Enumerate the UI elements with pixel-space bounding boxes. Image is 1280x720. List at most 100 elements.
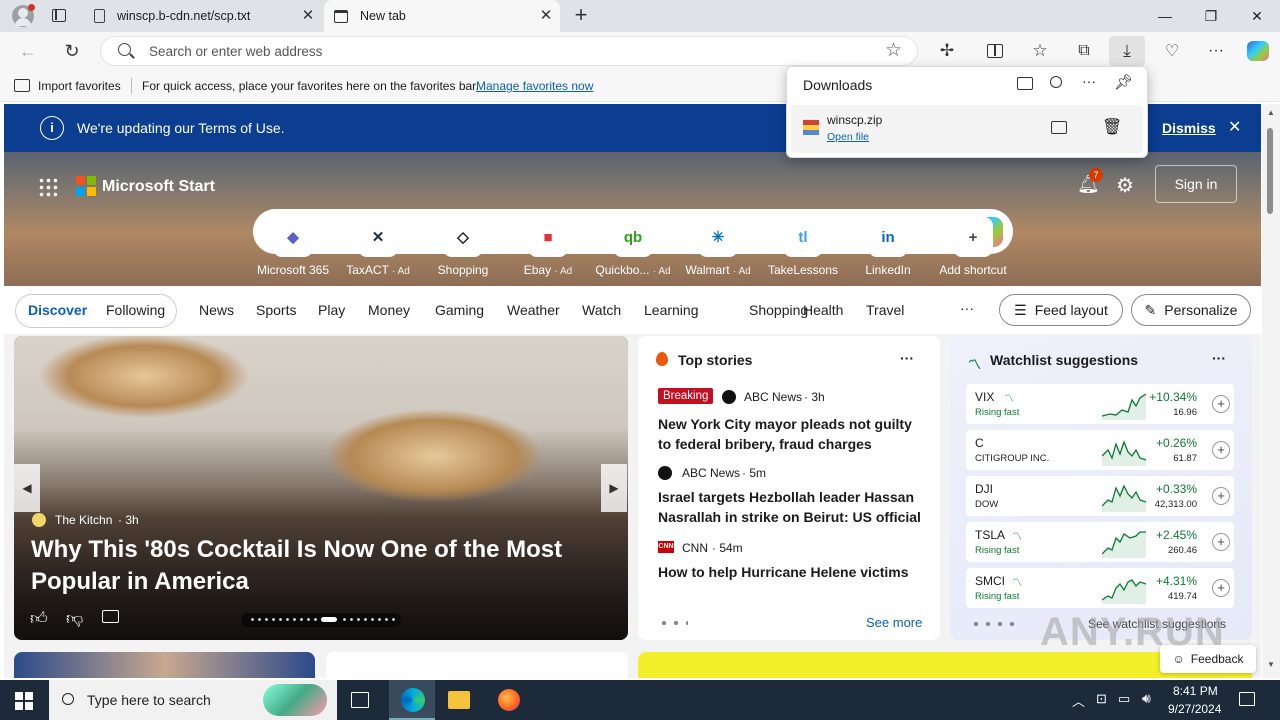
download-item[interactable]: winscp.zip Open file 🗑︎ [791,105,1143,153]
nav-health[interactable]: Health [803,302,843,318]
like-icon[interactable]: 👍︎ [30,608,48,629]
pager-dots[interactable] [658,621,688,625]
shortcut-tile[interactable]: ■ Ebay · Ad [508,217,588,277]
close-tab-icon[interactable]: ✕ [300,8,316,24]
import-favorites-button[interactable]: Import favorites [38,79,121,93]
nav-weather[interactable]: Weather [507,302,560,318]
nav-more-icon[interactable]: ··· [960,300,974,316]
start-button[interactable] [15,692,33,710]
shortcut-tile[interactable]: ◆ Microsoft 365 [253,217,333,277]
comment-icon[interactable] [102,610,119,623]
close-tab-icon[interactable]: ✕ [538,8,554,24]
watchlist-row[interactable]: TSLA 〽 Rising fast +2.45% 260.46 + [966,522,1234,562]
system-tray-icon[interactable]: ⊡ [1096,691,1107,707]
shortcut-tile[interactable]: ✳ Walmart · Ad [678,217,758,277]
news-card-thumbnail[interactable] [326,652,628,678]
settings-more-icon[interactable]: ··· [1201,38,1231,64]
favorites-icon[interactable]: ☆ [1025,38,1055,64]
volume-icon[interactable]: 🔊︎ [1142,690,1151,707]
prev-arrow-button[interactable]: ◀ [14,464,40,512]
tab-discover[interactable]: Discover [28,302,87,318]
nav-gaming[interactable]: Gaming [435,302,484,318]
minimize-icon[interactable]: — [1142,0,1188,32]
pager-dots[interactable] [970,622,1018,626]
task-view-icon[interactable] [351,692,369,708]
shortcut-tile[interactable]: ✕ TaxACT · Ad [338,217,418,277]
favorite-star-icon[interactable]: ☆ [885,39,902,62]
nav-news[interactable]: News [199,302,234,318]
nav-sports[interactable]: Sports [256,302,296,318]
nav-travel[interactable]: Travel [866,302,904,318]
nav-shopping[interactable]: Shopping [749,302,808,318]
close-banner-icon[interactable]: ✕ [1228,117,1241,137]
show-hidden-icons-icon[interactable]: ︿ [1072,691,1085,710]
pin-icon[interactable]: 📌︎ [1114,73,1133,91]
settings-gear-icon[interactable]: ⚙ [1116,173,1134,198]
watchlist-row[interactable]: DJI DOW +0.33% 42,313.00 + [966,476,1234,516]
see-more-link[interactable]: See more [866,615,922,630]
nav-money[interactable]: Money [368,302,410,318]
tab-following[interactable]: Following [106,302,165,318]
feed-layout-button[interactable]: ☰ Feed layout [999,294,1123,326]
restore-icon[interactable]: ❐ [1188,0,1234,32]
news-card-thumbnail[interactable] [14,652,315,678]
new-tab-plus-icon[interactable]: + [570,4,592,28]
page-scrollbar[interactable]: ▲ ▼ [1262,104,1280,678]
story-headline[interactable]: New York City mayor pleads not guilty to… [658,414,928,454]
shortcut-tile[interactable]: + Add shortcut [933,217,1013,277]
shortcut-tile[interactable]: tl TakeLessons [763,217,843,277]
tab-actions-icon[interactable] [52,9,66,22]
add-to-watchlist-icon[interactable]: + [1212,487,1230,505]
collections-icon[interactable]: ⧉ [1069,38,1099,64]
refresh-icon[interactable]: ↻ [57,38,87,64]
carousel-dots[interactable] [241,613,401,627]
tab-new-tab[interactable]: New tab ✕ [324,0,560,32]
apps-grid-icon[interactable] [38,177,58,197]
more-options-icon[interactable]: ··· [1212,350,1226,366]
import-favorites-icon[interactable] [14,79,30,92]
split-screen-icon[interactable] [980,38,1010,64]
extensions-icon[interactable]: ✢ [932,38,962,64]
search-downloads-icon[interactable] [1050,76,1062,88]
nav-play[interactable]: Play [318,302,345,318]
add-to-watchlist-icon[interactable]: + [1212,395,1230,413]
file-explorer-icon[interactable] [448,691,470,709]
watchlist-row[interactable]: SMCI 〽 Rising fast +4.31% 419.74 + [966,568,1234,608]
hero-story-card[interactable]: ◀ ▶ The Kitchn · 3h Why This '80s Cockta… [14,336,628,640]
personalize-button[interactable]: ✎ Personalize [1131,294,1251,326]
scrollbar-thumb[interactable] [1267,128,1273,214]
clock-date[interactable]: 9/27/2024 [1168,702,1221,716]
address-bar[interactable]: Search or enter web address ☆ [100,36,918,66]
nav-learning[interactable]: Learning [644,302,699,318]
add-to-watchlist-icon[interactable]: + [1212,533,1230,551]
open-folder-icon[interactable] [1017,77,1033,90]
firefox-icon[interactable] [498,689,520,711]
browser-essentials-icon[interactable]: ♡ [1157,38,1187,64]
clock-time[interactable]: 8:41 PM [1173,684,1218,698]
sign-in-button[interactable]: Sign in [1155,165,1237,203]
delete-icon[interactable]: 🗑︎ [1102,117,1122,137]
notification-center-icon[interactable] [1239,692,1255,706]
nav-watch[interactable]: Watch [582,302,621,318]
edge-taskbar-icon[interactable] [389,680,435,720]
see-watchlist-link[interactable]: See watchlist suggestions [1088,617,1226,631]
add-to-watchlist-icon[interactable]: + [1212,579,1230,597]
dismiss-button[interactable]: Dismiss [1162,120,1216,136]
tab-scp-txt[interactable]: winscp.b-cdn.net/scp.txt ✕ [84,0,322,32]
downloads-icon[interactable]: ⤓ [1109,36,1145,66]
more-options-icon[interactable]: ··· [1082,73,1096,89]
watchlist-row[interactable]: VIX 〽 Rising fast +10.34% 16.96 + [966,384,1234,424]
show-in-folder-icon[interactable] [1051,121,1067,134]
story-headline[interactable]: How to help Hurricane Helene victims [658,562,928,582]
close-window-icon[interactable]: ✕ [1234,0,1280,32]
profile-icon[interactable] [12,4,35,27]
story-headline[interactable]: Israel targets Hezbollah leader Hassan N… [658,487,928,527]
feedback-button[interactable]: ☺ Feedback [1160,645,1256,673]
taskbar-search-box[interactable]: Type here to search [49,680,337,720]
hero-title[interactable]: Why This '80s Cocktail Is Now One of the… [31,534,571,598]
add-to-watchlist-icon[interactable]: + [1212,441,1230,459]
watchlist-row[interactable]: C CITIGROUP INC. +0.26% 61.87 + [966,430,1234,470]
copilot-icon[interactable] [1243,38,1273,64]
back-icon[interactable]: ← [13,38,43,64]
dislike-icon[interactable]: 👎︎ [66,608,83,629]
